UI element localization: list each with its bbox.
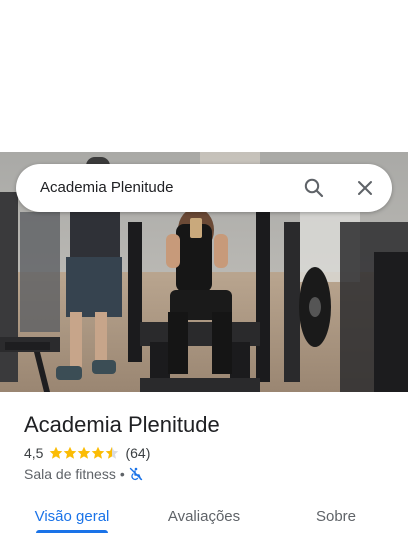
- active-tab-indicator: [36, 530, 108, 533]
- tab-avaliacoes[interactable]: Avaliações: [156, 508, 252, 544]
- tab-sobre[interactable]: Sobre: [300, 508, 372, 544]
- star-icon: [64, 446, 77, 459]
- tab-bar: Visão geral Avaliações Sobre: [0, 496, 408, 544]
- star-icon: [92, 446, 105, 459]
- search-icon[interactable]: [302, 176, 326, 200]
- reviews-count[interactable]: (64): [125, 445, 150, 461]
- separator-dot: •: [119, 466, 125, 482]
- rating-value: 4,5: [24, 445, 44, 461]
- star-rating: [49, 446, 119, 460]
- star-icon: [106, 446, 119, 459]
- place-title: Academia Plenitude: [24, 412, 220, 437]
- blank-map-area: [0, 0, 408, 152]
- search-bar[interactable]: Academia Plenitude: [16, 164, 392, 212]
- category-row: Sala de fitness •: [24, 465, 143, 483]
- rating-row[interactable]: 4,5 (64): [24, 444, 150, 462]
- close-icon[interactable]: [353, 176, 377, 200]
- place-category[interactable]: Sala de fitness: [24, 466, 116, 482]
- wheelchair-crossed-icon: [129, 467, 143, 481]
- star-icon: [78, 446, 91, 459]
- star-icon: [50, 446, 63, 459]
- search-input[interactable]: Academia Plenitude: [40, 179, 173, 196]
- tab-visao-geral[interactable]: Visão geral: [28, 508, 116, 544]
